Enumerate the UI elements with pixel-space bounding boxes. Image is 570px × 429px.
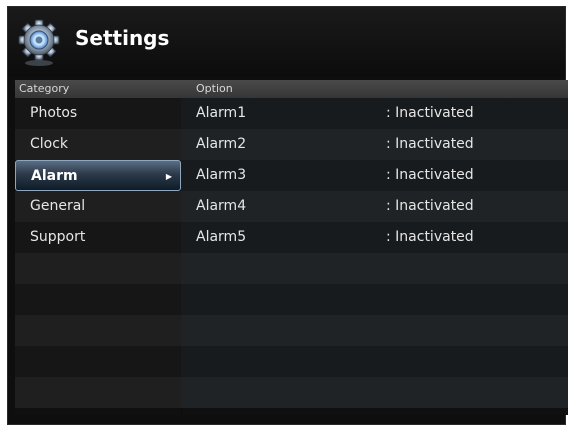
option-row-alarm3[interactable]: Alarm3 : Inactivated [181,160,568,191]
option-status: : Inactivated [386,229,474,245]
empty-row [15,284,181,315]
option-status: : Inactivated [386,105,474,121]
option-name: Alarm1 [196,105,247,121]
page-title: Settings [75,26,170,50]
empty-row [15,377,181,408]
empty-row [181,284,568,315]
header: Settings [8,7,565,77]
option-name: Alarm5 [196,229,247,245]
category-column-header: Category [15,80,181,98]
empty-row [181,377,568,408]
option-status: : Inactivated [386,198,474,214]
category-label: Support [30,229,86,245]
empty-row [181,253,568,284]
empty-row [15,315,181,346]
option-row-alarm1[interactable]: Alarm1 : Inactivated [181,98,568,129]
option-row-alarm5[interactable]: Alarm5 : Inactivated [181,222,568,253]
settings-table: Category Option Photos Clock Alarm ▶ Gen… [15,80,568,415]
option-status: : Inactivated [386,167,474,183]
empty-row [15,346,181,377]
empty-row [15,253,181,284]
empty-row [181,315,568,346]
option-name: Alarm3 [196,167,247,183]
option-column-header: Option [181,80,568,98]
category-label: Clock [30,136,69,152]
settings-window: Settings Category Option Photos Clock Al… [7,6,568,425]
gear-icon [18,19,60,66]
category-label: Alarm [31,168,78,184]
category-item-general[interactable]: General [15,191,181,222]
option-row-alarm4[interactable]: Alarm4 : Inactivated [181,191,568,222]
option-status: : Inactivated [386,136,474,152]
category-item-support[interactable]: Support [15,222,181,253]
category-label: Photos [30,105,78,121]
category-label: General [30,198,86,214]
empty-row [181,346,568,377]
option-name: Alarm2 [196,136,247,152]
option-list: Alarm1 : Inactivated Alarm2 : Inactivate… [181,98,568,408]
category-item-photos[interactable]: Photos [15,98,181,129]
category-list: Photos Clock Alarm ▶ General Support [15,98,181,408]
option-name: Alarm4 [196,198,247,214]
category-item-clock[interactable]: Clock [15,129,181,160]
option-row-alarm2[interactable]: Alarm2 : Inactivated [181,129,568,160]
arrow-right-icon: ▶ [165,172,172,181]
category-item-alarm[interactable]: Alarm ▶ [15,160,181,191]
